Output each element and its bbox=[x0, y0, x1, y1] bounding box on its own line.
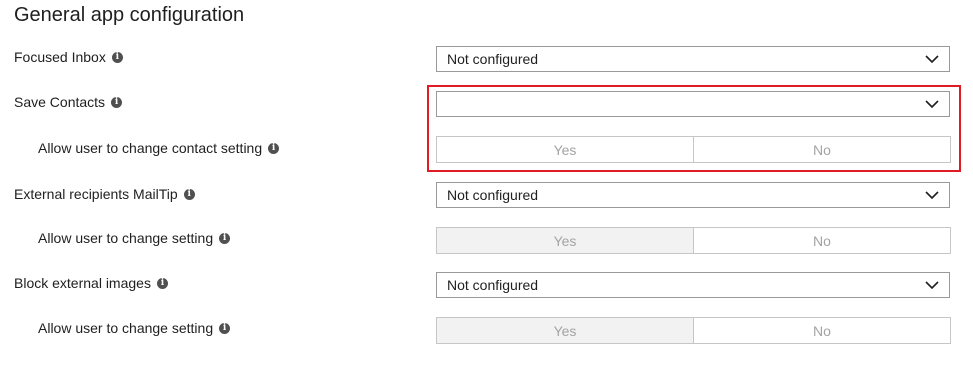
allow-contact-setting-label: Allow user to change contact setting bbox=[38, 140, 263, 156]
chevron-down-icon bbox=[925, 278, 939, 292]
chevron-down-icon bbox=[925, 52, 939, 66]
allow-images-setting-toggle: Yes No bbox=[436, 317, 951, 344]
allow-contact-setting-label-row: Allow user to change contact setting i bbox=[38, 138, 280, 158]
highlight-box bbox=[427, 85, 961, 172]
info-icon[interactable]: i bbox=[219, 232, 231, 244]
chevron-down-icon bbox=[925, 188, 939, 202]
allow-mailtip-setting-label: Allow user to change setting bbox=[38, 230, 214, 246]
info-icon[interactable]: i bbox=[268, 142, 280, 154]
external-mailtip-dropdown[interactable]: Not configured bbox=[436, 182, 950, 208]
block-external-images-dropdown[interactable]: Not configured bbox=[436, 272, 950, 298]
info-icon[interactable]: i bbox=[111, 51, 123, 63]
page-title: General app configuration bbox=[14, 4, 245, 26]
info-icon[interactable]: i bbox=[111, 96, 123, 108]
no-option[interactable]: No bbox=[694, 227, 951, 254]
info-icon[interactable]: i bbox=[156, 277, 168, 289]
external-mailtip-label: External recipients MailTip bbox=[14, 186, 178, 202]
external-mailtip-label-row: External recipients MailTip i bbox=[14, 184, 195, 204]
block-external-images-value: Not configured bbox=[447, 277, 539, 293]
block-external-images-label: Block external images bbox=[14, 275, 151, 291]
focused-inbox-value: Not configured bbox=[447, 51, 539, 67]
allow-images-setting-label-row: Allow user to change setting i bbox=[38, 318, 231, 338]
yes-option[interactable]: Yes bbox=[436, 227, 694, 254]
allow-mailtip-setting-label-row: Allow user to change setting i bbox=[38, 228, 231, 248]
info-icon[interactable]: i bbox=[219, 322, 231, 334]
block-external-images-label-row: Block external images i bbox=[14, 273, 168, 293]
focused-inbox-label-row: Focused Inbox i bbox=[14, 47, 123, 67]
save-contacts-label-row: Save Contacts i bbox=[14, 92, 123, 112]
yes-option[interactable]: Yes bbox=[436, 317, 694, 344]
external-mailtip-value: Not configured bbox=[447, 187, 539, 203]
allow-images-setting-label: Allow user to change setting bbox=[38, 320, 214, 336]
allow-mailtip-setting-toggle: Yes No bbox=[436, 227, 951, 254]
info-icon[interactable]: i bbox=[183, 188, 195, 200]
focused-inbox-label: Focused Inbox bbox=[14, 49, 106, 65]
no-option[interactable]: No bbox=[694, 317, 951, 344]
focused-inbox-dropdown[interactable]: Not configured bbox=[436, 46, 950, 72]
save-contacts-label: Save Contacts bbox=[14, 94, 106, 110]
